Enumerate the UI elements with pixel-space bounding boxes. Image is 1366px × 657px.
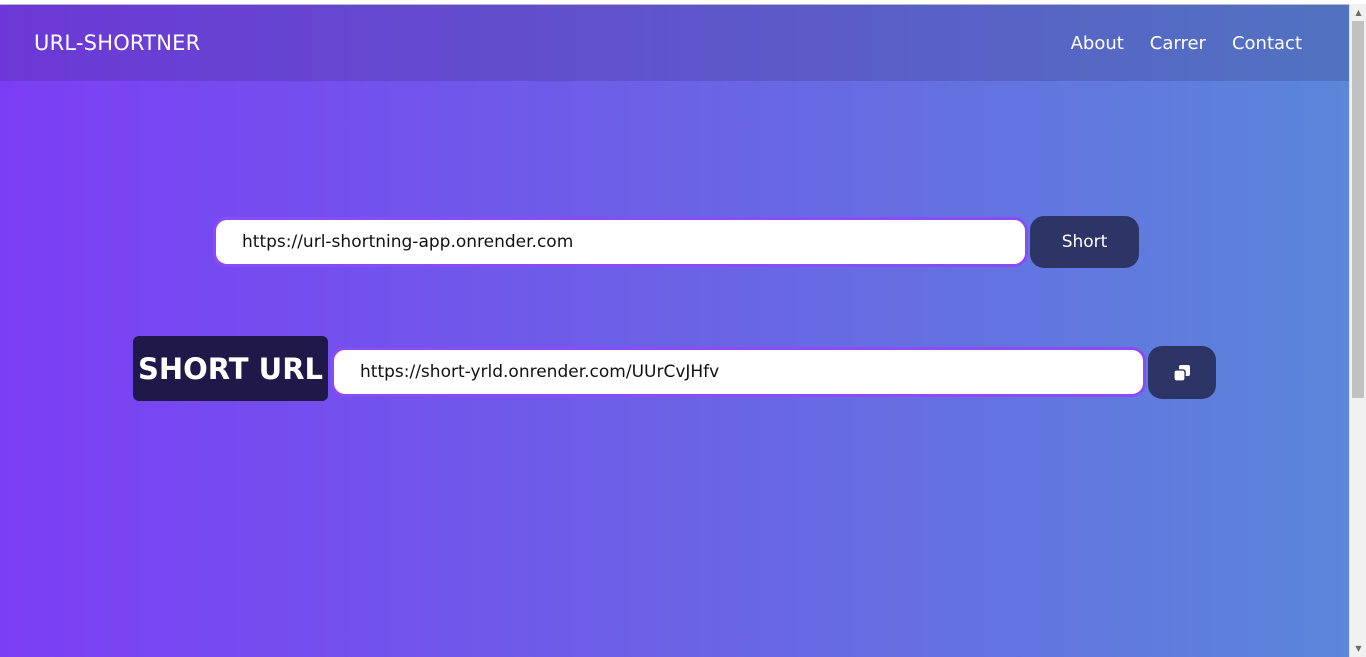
brand-logo-text[interactable]: URL-SHORTNER bbox=[34, 31, 200, 55]
scroll-down-arrow-icon[interactable]: ▼ bbox=[1350, 640, 1366, 657]
nav-link-about[interactable]: About bbox=[1071, 33, 1124, 54]
vertical-scrollbar[interactable]: ▲ ▼ bbox=[1349, 4, 1366, 657]
nav-link-carrer[interactable]: Carrer bbox=[1150, 33, 1206, 54]
nav-links: About Carrer Contact bbox=[1071, 33, 1302, 54]
scrollbar-thumb[interactable] bbox=[1352, 21, 1364, 398]
long-url-input[interactable] bbox=[213, 217, 1028, 267]
page-background: URL-SHORTNER About Carrer Contact Short … bbox=[0, 4, 1349, 657]
short-url-output[interactable] bbox=[331, 347, 1146, 397]
copy-icon bbox=[1173, 364, 1190, 382]
short-url-label: SHORT URL bbox=[133, 336, 328, 401]
copy-button[interactable] bbox=[1148, 346, 1216, 399]
navbar: URL-SHORTNER About Carrer Contact bbox=[0, 5, 1349, 81]
short-button[interactable]: Short bbox=[1030, 216, 1139, 268]
scroll-up-arrow-icon[interactable]: ▲ bbox=[1350, 4, 1366, 21]
nav-link-contact[interactable]: Contact bbox=[1232, 33, 1302, 54]
